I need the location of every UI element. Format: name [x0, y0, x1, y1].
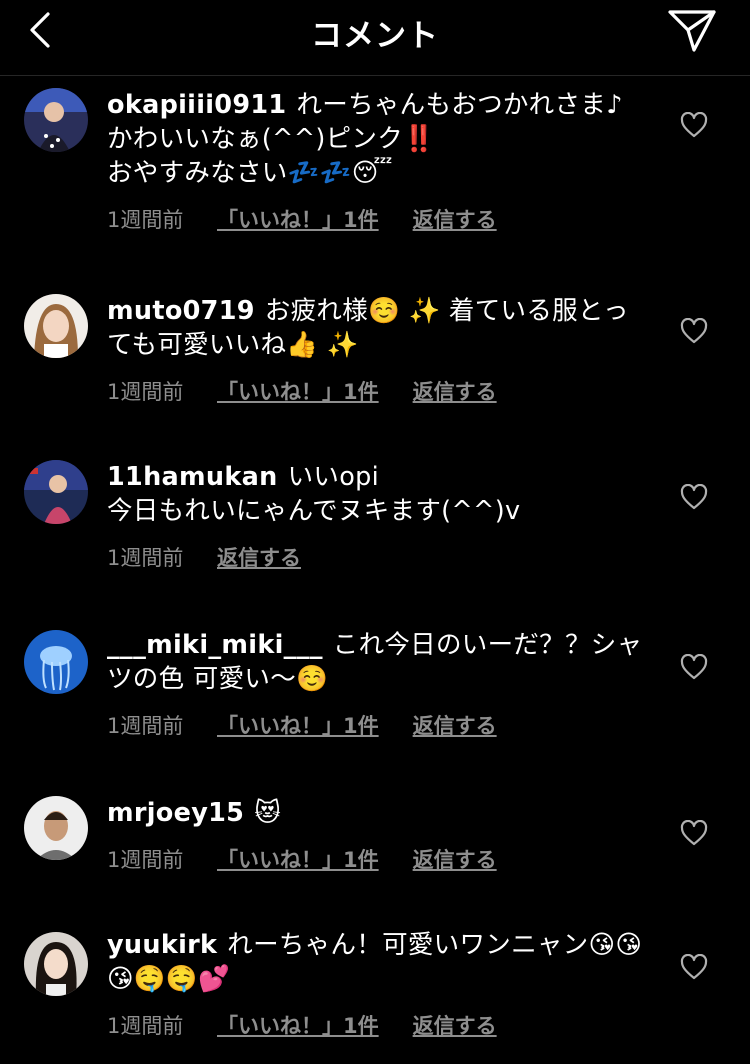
likes-count-link[interactable]: 「いいね！」1件: [217, 710, 379, 740]
like-button[interactable]: [680, 953, 708, 980]
avatar-image: [24, 294, 88, 358]
avatar-image: [24, 460, 88, 524]
heart-icon: [680, 317, 708, 344]
comment-username[interactable]: muto0719: [107, 296, 255, 326]
comment-text-block: yuukirk れーちゃん！可愛いワンニャン😘😘😘🤤🤤💕: [107, 928, 647, 996]
avatar[interactable]: [24, 630, 88, 694]
reply-link[interactable]: 返信する: [217, 542, 301, 572]
comment-username[interactable]: 11hamukan: [107, 462, 278, 492]
comment-text-block: muto0719 お疲れ様☺️ ✨ 着ている服とっても可愛いいね👍 ✨: [107, 294, 647, 362]
heart-icon: [680, 653, 708, 680]
reply-link[interactable]: 返信する: [413, 710, 497, 740]
heart-icon: [680, 483, 708, 510]
comment-timestamp: 1週間前: [107, 208, 184, 232]
comment-timestamp: 1週間前: [107, 380, 184, 404]
comment-username[interactable]: yuukirk: [107, 930, 217, 960]
heart-icon: [680, 111, 708, 138]
comment-username[interactable]: okapiiii0911: [107, 90, 286, 120]
comment-username[interactable]: mrjoey15: [107, 798, 244, 828]
comment-meta: 1週間前 「いいね！」1件 返信する: [107, 204, 647, 234]
reply-link[interactable]: 返信する: [413, 376, 497, 406]
heart-icon: [680, 953, 708, 980]
avatar[interactable]: [24, 932, 88, 996]
reply-link[interactable]: 返信する: [413, 1010, 497, 1040]
like-button[interactable]: [680, 653, 708, 680]
comment-username[interactable]: ___miki_miki___: [107, 630, 323, 660]
comment-text: 😻: [254, 798, 282, 828]
avatar-image: [24, 796, 88, 860]
comment-text-block: ___miki_miki___ これ今日のいーだ？？シャツの色 可愛い〜☺️: [107, 628, 647, 696]
comment-meta: 1週間前 「いいね！」1件 返信する: [107, 376, 647, 406]
paper-plane-icon: [668, 10, 716, 52]
comment-body: yuukirk れーちゃん！可愛いワンニャン😘😘😘🤤🤤💕 1週間前 「いいね！」1…: [107, 928, 647, 1040]
likes-count-link[interactable]: 「いいね！」1件: [217, 1010, 379, 1040]
comment-text-block: 11hamukan いいopi 今日もれいにゃんでヌキます(^^)v: [107, 460, 647, 528]
avatar[interactable]: [24, 294, 88, 358]
comment-meta: 1週間前 「いいね！」1件 返信する: [107, 1010, 647, 1040]
comment-body: mrjoey15 😻 1週間前 「いいね！」1件 返信する: [107, 796, 647, 874]
likes-count-link[interactable]: 「いいね！」1件: [217, 844, 379, 874]
comment-meta: 1週間前 「いいね！」1件 返信する: [107, 710, 647, 740]
avatar-image: [24, 88, 88, 152]
comment-meta: 1週間前 「いいね！」1件 返信する: [107, 844, 647, 874]
comment-timestamp: 1週間前: [107, 1014, 184, 1038]
comment-meta: 1週間前 返信する: [107, 542, 647, 572]
avatar-image: [24, 932, 88, 996]
avatar[interactable]: [24, 460, 88, 524]
comment-body: 11hamukan いいopi 今日もれいにゃんでヌキます(^^)v 1週間前 返…: [107, 460, 647, 572]
reply-link[interactable]: 返信する: [413, 204, 497, 234]
comment-body: muto0719 お疲れ様☺️ ✨ 着ている服とっても可愛いいね👍 ✨ 1週間前 …: [107, 294, 647, 406]
comment-timestamp: 1週間前: [107, 848, 184, 872]
share-button[interactable]: [666, 6, 720, 56]
comment-body: ___miki_miki___ これ今日のいーだ？？シャツの色 可愛い〜☺️ 1週…: [107, 628, 647, 740]
avatar-image: [24, 630, 88, 694]
heart-icon: [680, 819, 708, 846]
avatar[interactable]: [24, 796, 88, 860]
top-bar: コメント: [0, 0, 750, 76]
page-title: コメント: [311, 18, 439, 54]
likes-count-link[interactable]: 「いいね！」1件: [217, 204, 379, 234]
like-button[interactable]: [680, 317, 708, 344]
comment-timestamp: 1週間前: [107, 714, 184, 738]
likes-count-link[interactable]: 「いいね！」1件: [217, 376, 379, 406]
comment-text-block: okapiiii0911 れーちゃんもおつかれさま♪ かわいいなぁ(^^)ピンク‼…: [107, 88, 647, 190]
avatar[interactable]: [24, 88, 88, 152]
comment-body: okapiiii0911 れーちゃんもおつかれさま♪ かわいいなぁ(^^)ピンク‼…: [107, 88, 647, 234]
like-button[interactable]: [680, 111, 708, 138]
like-button[interactable]: [680, 819, 708, 846]
reply-link[interactable]: 返信する: [413, 844, 497, 874]
comment-text-block: mrjoey15 😻: [107, 796, 647, 830]
comment-timestamp: 1週間前: [107, 546, 184, 570]
like-button[interactable]: [680, 483, 708, 510]
